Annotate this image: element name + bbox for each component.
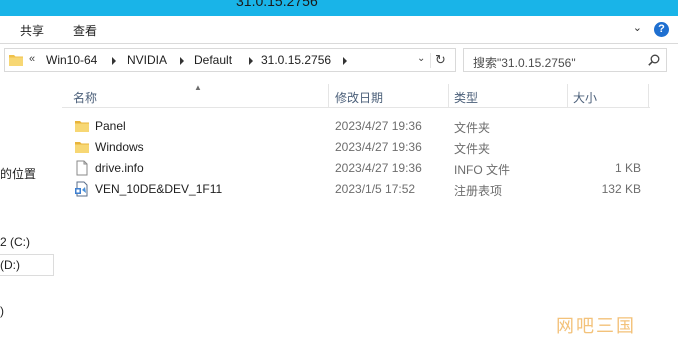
breadcrumb-arrow-icon[interactable] <box>343 57 347 65</box>
column-divider[interactable] <box>328 84 329 108</box>
ribbon-expand-icon[interactable]: ⌄ <box>633 21 642 34</box>
file-date: 2023/1/5 17:52 <box>335 182 416 196</box>
nav-item-drive-d[interactable]: (D:) <box>0 258 20 272</box>
tab-share[interactable]: 共享 <box>20 22 44 39</box>
file-row[interactable]: Windows 2023/4/27 19:36 文件夹 <box>62 137 650 158</box>
file-name: drive.info <box>95 161 144 175</box>
window-title: 31.0.15.2756 <box>236 0 318 9</box>
breadcrumb-version[interactable]: 31.0.15.2756 <box>261 53 331 67</box>
file-type: 文件夹 <box>454 142 491 156</box>
folder-icon <box>75 121 89 132</box>
breadcrumb-arrow-icon[interactable] <box>180 57 184 65</box>
file-type: 文件夹 <box>454 121 491 135</box>
column-divider[interactable] <box>567 84 568 108</box>
folder-icon <box>75 142 89 153</box>
help-icon[interactable]: ? <box>654 22 669 37</box>
breadcrumb-win10-64[interactable]: Win10-64 <box>46 53 97 67</box>
file-type: INFO 文件 <box>454 163 510 177</box>
column-divider[interactable] <box>648 84 649 108</box>
breadcrumb-overflow-icon[interactable]: « <box>29 53 35 65</box>
file-row[interactable]: drive.info 2023/4/27 19:36 INFO 文件 1 KB <box>62 158 650 179</box>
address-divider <box>430 53 431 68</box>
file-type: 注册表项 <box>454 184 503 198</box>
column-header-name[interactable]: 名称 <box>73 89 97 106</box>
file-date: 2023/4/27 19:36 <box>335 140 422 154</box>
address-dropdown-icon[interactable]: ⌄ <box>417 53 425 64</box>
file-size: 1 KB <box>614 161 641 175</box>
tab-view[interactable]: 查看 <box>73 22 97 39</box>
file-name: VEN_10DE&DEV_1F11 <box>95 182 223 196</box>
column-divider[interactable] <box>448 84 449 108</box>
search-placeholder: 搜索"31.0.15.2756" <box>473 56 576 70</box>
search-input[interactable]: 搜索"31.0.15.2756" <box>463 48 667 72</box>
breadcrumb-arrow-icon[interactable] <box>112 57 116 65</box>
refresh-icon[interactable]: ↻ <box>435 52 446 68</box>
file-name: Panel <box>95 119 126 133</box>
navigation-pane: 的位置 2 (C:) (D:) ) <box>0 78 60 348</box>
search-icon[interactable] <box>648 54 660 66</box>
ribbon: 共享 查看 ⌄ ? <box>0 16 678 44</box>
nav-item-partial[interactable]: ) <box>0 304 4 318</box>
file-date: 2023/4/27 19:36 <box>335 161 422 175</box>
column-header-size[interactable]: 大小 <box>573 89 597 106</box>
address-bar[interactable]: « Win10-64 NVIDIA Default 31.0.15.2756 ⌄… <box>4 48 456 72</box>
column-header-type[interactable]: 类型 <box>454 89 478 106</box>
file-name: Windows <box>95 140 144 154</box>
file-row[interactable]: VEN_10DE&DEV_1F11 2023/1/5 17:52 注册表项 13… <box>62 179 650 200</box>
nav-item-drive-c[interactable]: 2 (C:) <box>0 235 30 249</box>
nav-item-locations[interactable]: 的位置 <box>0 165 36 182</box>
breadcrumb-arrow-icon[interactable] <box>249 57 253 65</box>
breadcrumb-default[interactable]: Default <box>194 53 232 67</box>
sort-ascending-icon: ▲ <box>194 83 202 92</box>
column-header-date[interactable]: 修改日期 <box>335 89 383 106</box>
file-icon <box>76 160 88 176</box>
title-bar: 31.0.15.2756 <box>0 0 678 16</box>
watermark-logo: 网吧三国 <box>556 316 636 336</box>
breadcrumb-nvidia[interactable]: NVIDIA <box>127 53 167 67</box>
file-date: 2023/4/27 19:36 <box>335 119 422 133</box>
registry-file-icon <box>75 181 88 197</box>
file-size: 132 KB <box>601 182 641 196</box>
column-header-row: ▲ 名称 修改日期 类型 大小 <box>62 83 650 108</box>
file-row[interactable]: Panel 2023/4/27 19:36 文件夹 <box>62 116 650 137</box>
folder-icon <box>9 55 23 66</box>
